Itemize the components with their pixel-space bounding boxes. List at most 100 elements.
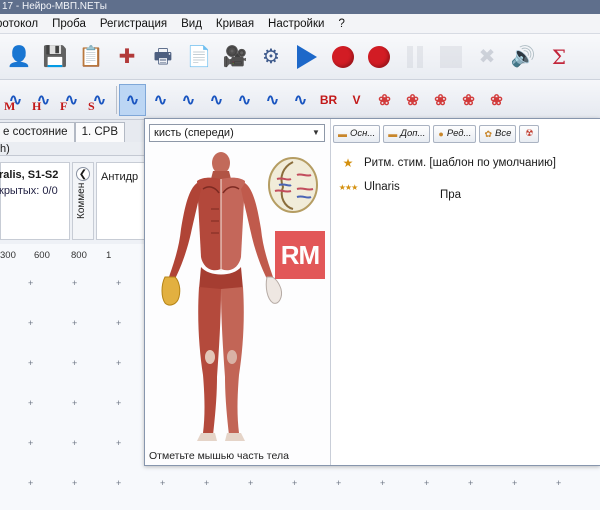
grid-marker: + [116,478,121,488]
volume-icon[interactable]: 🔊 [506,38,540,76]
menu-help[interactable]: ? [331,14,351,34]
menu-bar: ротокол Проба Регистрация Вид Кривая Нас… [0,14,600,34]
axis-tick: 600 [34,250,50,261]
grid-marker: + [72,278,77,288]
body-map-panel: кисть (спереди) ▼ Отметьте мышью часть т… [145,119,331,465]
report-icon[interactable]: 📄 [182,38,216,76]
add-icon[interactable]: ✚ [110,38,144,76]
template-name: Ритм. стим. [шаблон по умолчанию] [364,157,556,169]
test-f-icon[interactable]: ∿ F [58,84,85,116]
menu-curve[interactable]: Кривая [209,14,261,34]
brain-icon[interactable]: ❀ [399,84,426,116]
test-wave-icon[interactable]: ∿ [175,84,202,116]
stop-icon[interactable] [434,38,468,76]
window-title: 17 - Нейро-МВП.NETы [0,0,600,14]
brain-icon[interactable]: ❀ [427,84,454,116]
stars-icon: ✿ [484,129,492,139]
edit-templates-button[interactable]: ● Ред... [433,125,477,143]
menu-view[interactable]: Вид [174,14,209,34]
test-h-icon[interactable]: ∿ H [30,84,57,116]
collapse-left-icon[interactable]: ❮ [76,167,90,181]
grid-marker: + [116,438,121,448]
nerve-info: ralis, S1-S2 крытых: 0/0 [0,162,70,240]
record-icon[interactable] [326,38,360,76]
document-tabs: е состояние 1. СРВ [0,120,148,142]
comment-label: Коммен [76,182,87,219]
template-toolbar: ▬ Осн... ▬ Доп... ● Ред... ✿ Все ☢ [332,123,600,145]
test-v-icon[interactable]: V [343,84,370,116]
template-name: Ulnaris [364,181,400,193]
test-br-icon[interactable]: BR [315,84,342,116]
patient-icon[interactable]: 👤 [2,38,36,76]
test-m-icon[interactable]: ∿ M [2,84,29,116]
folder-icon: ▬ [388,129,398,139]
record-stop-icon[interactable] [362,38,396,76]
tab-srv[interactable]: 1. СРВ [74,122,125,142]
test-wave-icon[interactable]: ∿ [147,84,174,116]
muscle-figure-icon [161,152,282,441]
menu-registration[interactable]: Регистрация [93,14,174,34]
test-wave-icon[interactable]: ∿ [231,84,258,116]
grid-marker: + [160,478,165,488]
grid-marker: + [116,278,121,288]
body-part-dialog: кисть (спереди) ▼ Отметьте мышью часть т… [144,118,600,466]
grid-marker: + [28,438,33,448]
play-icon[interactable] [290,38,324,76]
grid-marker: + [28,358,33,368]
test-s-icon[interactable]: ∿ S [86,84,113,116]
body-map[interactable] [151,149,327,445]
all-templates-button[interactable]: ✿ Все [479,125,517,143]
grid-marker: + [512,478,517,488]
grid-marker: + [292,478,297,488]
antidromic-block: Антидр [96,162,148,240]
brain-icon[interactable]: ❀ [371,84,398,116]
time-axis: 300 600 800 1 [0,250,148,264]
grid-marker: + [72,398,77,408]
nerve-title: ralis, S1-S2 [0,169,59,181]
list-item[interactable]: ★ Ритм. стим. [шаблон по умолчанию] [332,151,600,175]
test-conduction-icon[interactable]: ∿ [119,83,146,116]
brain-icon[interactable]: ❀ [483,84,510,116]
grid-marker: + [72,318,77,328]
grid-marker: + [556,478,561,488]
save-icon[interactable]: 💾 [38,38,72,76]
extra-templates-button[interactable]: ▬ Доп... [383,125,431,143]
test-wave-icon[interactable]: ∿ [203,84,230,116]
pause-icon[interactable] [398,38,432,76]
test-wave-icon[interactable]: ∿ [287,84,314,116]
stars-icon: ★★★ [338,182,359,192]
menu-protocol[interactable]: ротокол [0,14,45,34]
side-label: Пра [440,189,462,201]
chevron-down-icon: ▼ [312,128,320,137]
delete-icon[interactable]: ✖ [470,38,504,76]
axis-tick: 800 [71,250,87,261]
comment-column: ❮ Коммен [72,162,94,240]
tab-state[interactable]: е состояние [0,122,75,142]
tests-toolbar: ∿ M ∿ H ∿ F ∿ S ∿ ∿ ∿ ∿ ∿ ∿ ∿ BR V ❀ ❀ ❀ ❀ ❀ [0,80,600,120]
print-icon[interactable]: 🖶 [146,38,180,76]
watermark-logo: RM [275,231,325,279]
axis-tick: 300 [0,250,16,261]
protocol-icon[interactable]: 📋 [74,38,108,76]
body-map-hint: Отметьте мышью часть тела [149,450,289,462]
video-icon[interactable]: 🎥 [218,38,252,76]
test-wave-icon[interactable]: ∿ [259,84,286,116]
menu-settings[interactable]: Настройки [261,14,331,34]
template-list: ★ Ритм. стим. [шаблон по умолчанию] ★★★ … [332,151,600,199]
sigma-icon[interactable]: Σ [542,38,576,76]
grid-marker: + [424,478,429,488]
person-icon[interactable]: ☢ [519,125,540,143]
grid-marker: + [28,398,33,408]
grid-marker: + [116,318,121,328]
folder-icon: ▬ [338,129,347,139]
menu-test[interactable]: Проба [45,14,93,34]
grid-marker: + [380,478,385,488]
brain-icon[interactable]: ❀ [455,84,482,116]
settings-icon[interactable]: ⚙ [254,38,288,76]
body-region-select[interactable]: кисть (спереди) ▼ [149,124,325,142]
main-templates-button[interactable]: ▬ Осн... [333,125,381,143]
edit-icon: ● [438,129,444,139]
grid-marker: + [116,358,121,368]
star-icon: ★ [342,156,354,170]
list-item[interactable]: ★★★ Ulnaris [332,175,600,199]
